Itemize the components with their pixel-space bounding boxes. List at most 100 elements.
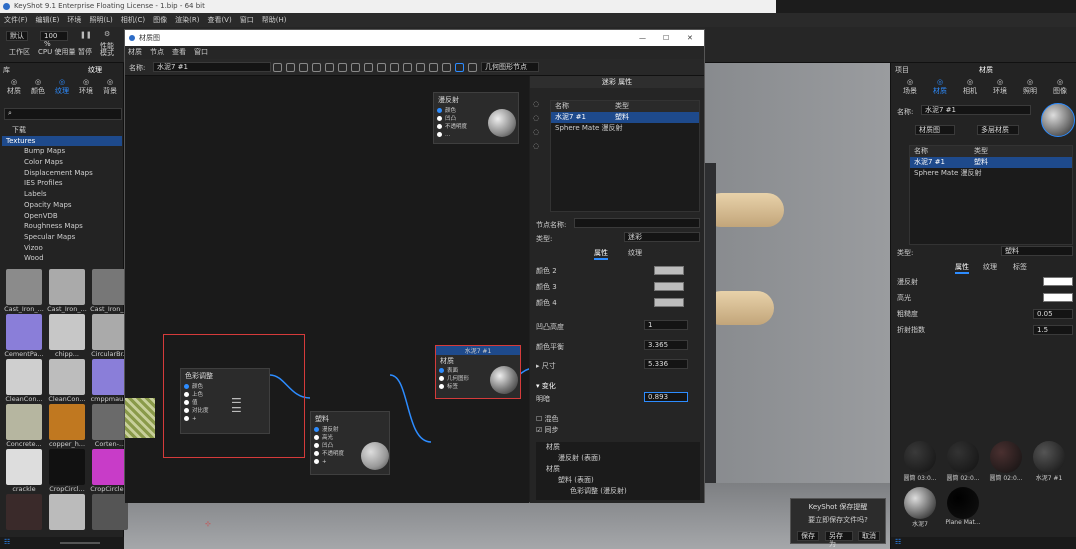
library-search-input[interactable]: ⌕	[4, 108, 122, 120]
proj-tab-properties[interactable]: 属性	[955, 262, 969, 274]
graph-tool-icon[interactable]	[468, 63, 477, 72]
graph-tool-icon[interactable]	[325, 63, 334, 72]
library-tree-item[interactable]: OpenVDB	[2, 211, 122, 222]
menu-item[interactable]: 查看(V)	[207, 16, 231, 24]
library-tab[interactable]: ◎ 环境	[74, 78, 98, 96]
menu-item[interactable]: 相机(C)	[121, 16, 145, 24]
project-tab[interactable]: ◎ 材质	[925, 78, 955, 96]
graph-menu-item[interactable]: 窗口	[194, 48, 208, 56]
material-output-node[interactable]: 水泥7 #1 材质 表面 几何图形 标签	[435, 345, 521, 399]
graph-tool-icon[interactable]	[377, 63, 386, 72]
blend-checkbox[interactable]: ☐ 混色	[536, 414, 559, 424]
workspace-label[interactable]: 工作区	[9, 47, 30, 57]
project-tab[interactable]: ◎ 相机	[955, 78, 985, 96]
graph-tool-icon[interactable]	[416, 63, 425, 72]
project-row[interactable]: Sphere Mate 漫反射	[910, 168, 1072, 179]
cpu-label[interactable]: CPU 使用量	[38, 47, 75, 57]
bump-input[interactable]: 1	[644, 320, 688, 330]
type-select[interactable]: 迷彩	[624, 232, 700, 242]
grid-view-icon[interactable]: ☷	[895, 538, 901, 546]
project-thumb[interactable]: Plane Mat...	[942, 487, 984, 526]
tree-item[interactable]: 材质	[536, 464, 700, 475]
library-thumb[interactable]: CropCircl...	[47, 449, 87, 493]
node-canvas[interactable]: 漫反射 颜色 凹凸 不透明度... 色彩调整 颜色 上色值对比度 + ⚌ ⚌ 塑料 漫反射…	[125, 76, 529, 528]
library-tab[interactable]: ◎ 纹理	[50, 78, 74, 96]
node-port[interactable]: 高光	[314, 434, 389, 442]
project-row-selected[interactable]: 水泥7 #1 塑料	[910, 157, 1072, 168]
library-thumb[interactable]: copper_h...	[47, 404, 87, 448]
project-thumb[interactable]: 水泥7	[899, 487, 941, 528]
graph-tool-icon[interactable]	[455, 63, 464, 72]
preset-select[interactable]: 默认	[6, 31, 28, 41]
multi-material-button[interactable]: 多层材质	[977, 125, 1019, 135]
library-thumb[interactable]: Cast_Iron_...	[47, 269, 87, 313]
search-icon[interactable]: ◌	[533, 100, 545, 114]
sync-checkbox[interactable]: ☑ 同步	[536, 425, 559, 435]
zoom-select[interactable]: 100 %	[40, 31, 68, 48]
trash-icon[interactable]: ◌	[533, 142, 545, 156]
node-port[interactable]: 漫反射	[314, 426, 389, 434]
proj-name-input[interactable]: 水泥7 #1	[921, 105, 1031, 115]
graph-tool-icon[interactable]	[273, 63, 282, 72]
tree-item[interactable]: 色彩调整 (漫反射)	[536, 486, 700, 497]
library-thumb[interactable]	[47, 494, 87, 530]
node-name-input[interactable]	[574, 218, 700, 228]
props-row[interactable]: Sphere Mate 漫反射	[551, 123, 699, 134]
close-button[interactable]: ✕	[687, 30, 693, 46]
menu-item[interactable]: 窗口	[240, 16, 254, 24]
library-thumb[interactable]: chipp...	[47, 314, 87, 358]
library-thumb[interactable]	[4, 494, 44, 530]
tab-properties[interactable]: 属性	[594, 248, 608, 260]
menu-item[interactable]: 照明(L)	[89, 16, 112, 24]
graph-menu-item[interactable]: 材质	[128, 48, 142, 56]
graph-menu-item[interactable]: 节点	[150, 48, 164, 56]
link-icon[interactable]: ◌	[533, 128, 545, 142]
library-tab[interactable]: ◎ 背景	[98, 78, 122, 96]
menu-item[interactable]: 图像	[153, 16, 167, 24]
menu-item[interactable]: 帮助(H)	[262, 16, 287, 24]
project-thumb[interactable]: 水泥7 #1	[1028, 441, 1070, 482]
prop-input[interactable]: 0.05	[1033, 309, 1073, 319]
library-tree-item[interactable]: Color Maps	[2, 157, 122, 168]
perf-icon[interactable]: ⚙	[104, 30, 110, 38]
project-tab[interactable]: ◎ 图像	[1045, 78, 1075, 96]
library-thumb[interactable]: Concrete...	[4, 404, 44, 448]
library-thumb[interactable]: CleanCon...	[47, 359, 87, 403]
color-swatch[interactable]	[654, 298, 684, 307]
library-thumb[interactable]: CleanCon...	[4, 359, 44, 403]
graph-tool-icon[interactable]	[351, 63, 360, 72]
proj-tab-labels[interactable]: 标签	[1013, 262, 1027, 272]
library-tab[interactable]: ◎ 颜色	[26, 78, 50, 96]
library-tree-item[interactable]: Specular Maps	[2, 232, 122, 243]
tab-textures[interactable]: 纹理	[628, 248, 642, 258]
prop-swatch[interactable]	[1043, 277, 1073, 286]
library-tree-item[interactable]: IES Profiles	[2, 178, 122, 189]
cancel-button[interactable]: 取消	[858, 531, 880, 541]
library-tree-item[interactable]: Vizoo	[2, 243, 122, 254]
texture-input-node[interactable]	[125, 398, 155, 438]
library-thumb[interactable]: CementPa...	[4, 314, 44, 358]
tree-item[interactable]: 塑料 (表面)	[536, 475, 700, 486]
proj-type-select[interactable]: 塑料	[1001, 246, 1073, 256]
balance-input[interactable]: 3.365	[644, 340, 688, 350]
library-tree-item[interactable]: Roughness Maps	[2, 221, 122, 232]
perf-mode-label[interactable]: 性能 模式	[100, 43, 114, 57]
pause-label[interactable]: 暂停	[78, 47, 92, 57]
menu-item[interactable]: 编辑(E)	[36, 16, 60, 24]
minimize-button[interactable]: —	[639, 30, 646, 46]
geometry-node-button[interactable]: 几何图形节点	[481, 62, 539, 72]
graph-tool-icon[interactable]	[442, 63, 451, 72]
tree-item[interactable]: 漫反射 (表面)	[536, 453, 700, 464]
library-thumb[interactable]: crackle	[4, 449, 44, 493]
project-material-preview[interactable]	[1041, 103, 1075, 137]
material-graph-button[interactable]: 材质图	[915, 125, 955, 135]
menu-item[interactable]: 渲染(R)	[175, 16, 199, 24]
diffuse-node[interactable]: 漫反射 颜色 凹凸 不透明度...	[433, 92, 519, 144]
tree-item[interactable]: 材质	[536, 442, 700, 453]
library-tree-item[interactable]: Wood	[2, 253, 122, 264]
pause-icon[interactable]: ❚❚	[80, 31, 92, 39]
graph-tool-icon[interactable]	[429, 63, 438, 72]
project-thumb[interactable]: 圆筒 02:0...	[942, 441, 984, 482]
library-tree-item[interactable]: Labels	[2, 189, 122, 200]
library-thumb[interactable]: Cast_Iron_...	[4, 269, 44, 313]
